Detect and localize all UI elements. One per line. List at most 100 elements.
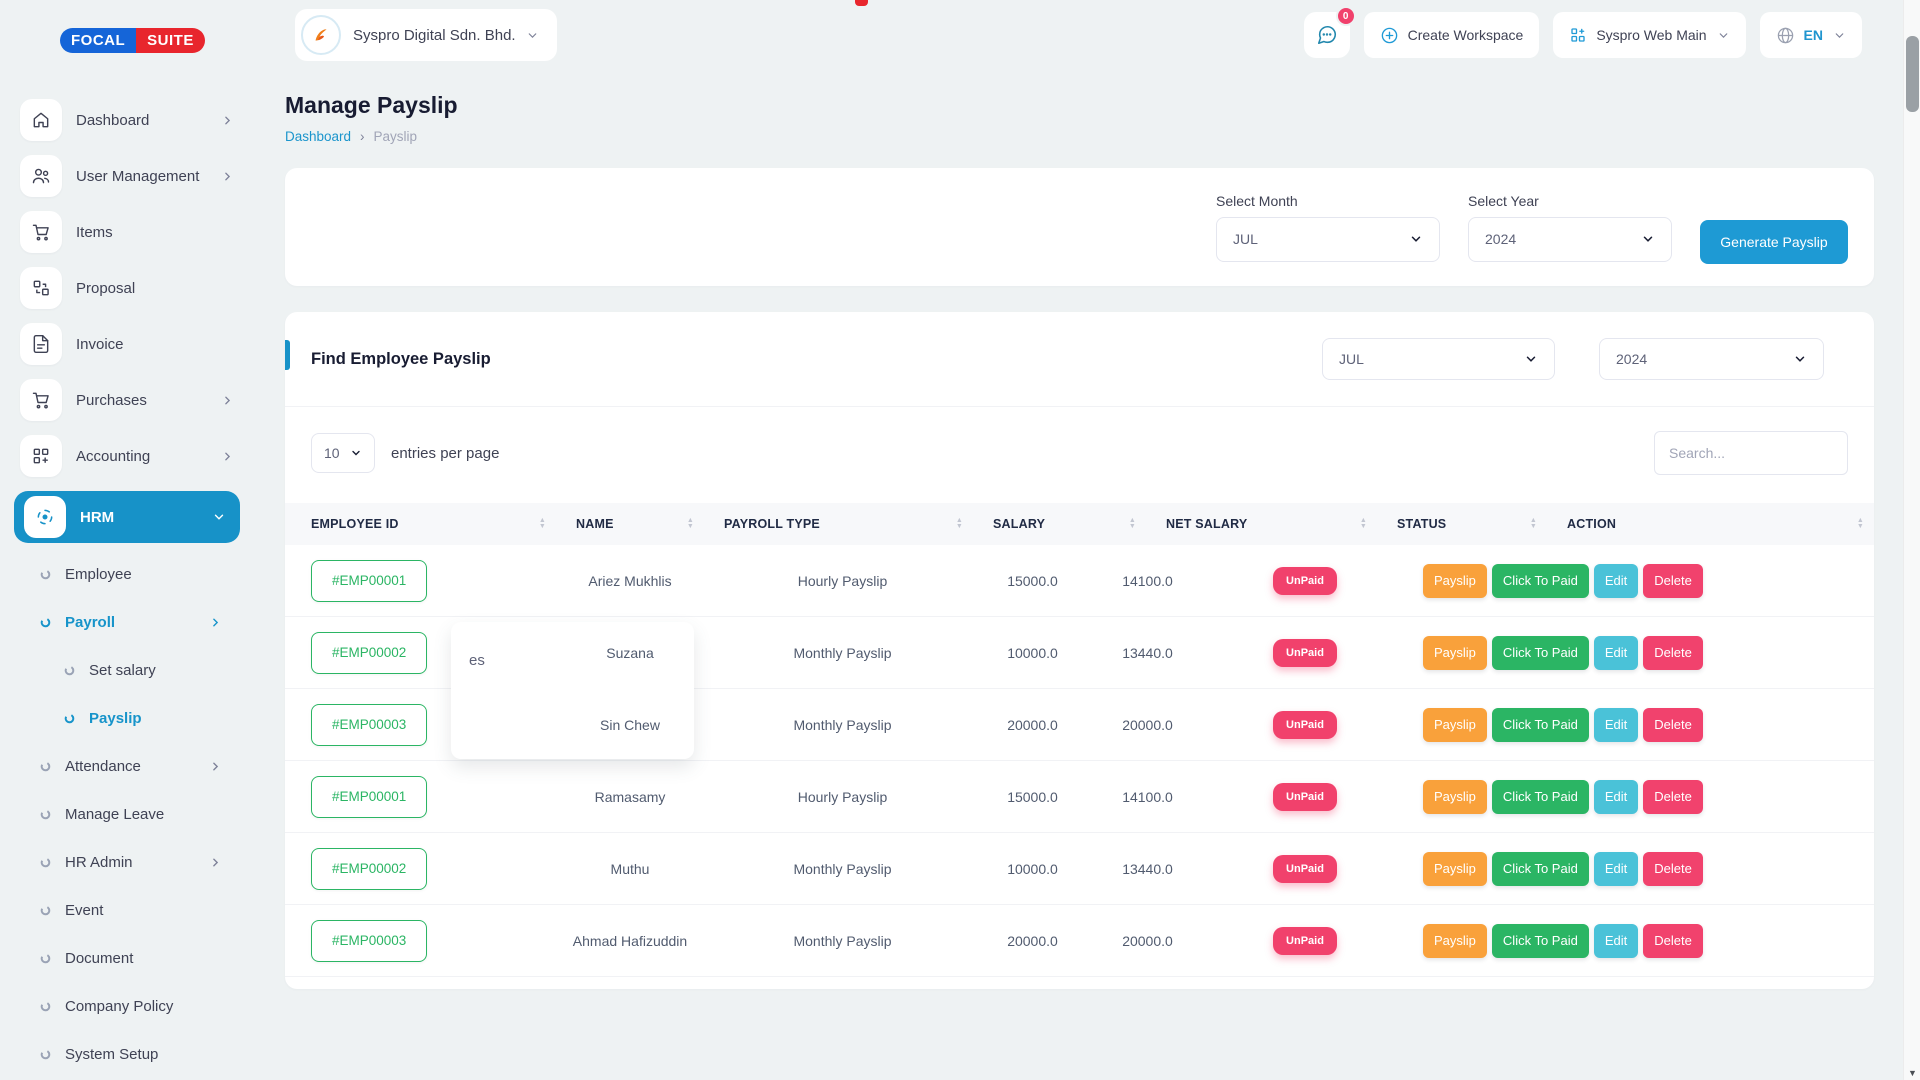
column-header-name[interactable]: NAME▲▼ xyxy=(556,503,704,545)
delete-button[interactable]: Delete xyxy=(1643,708,1703,742)
sidebar-item-invoice[interactable]: Invoice xyxy=(20,323,240,365)
click-to-paid-button[interactable]: Click To Paid xyxy=(1492,852,1589,886)
net-salary-value: 20000.0 xyxy=(1080,717,1215,733)
column-header-net-salary[interactable]: NET SALARY▲▼ xyxy=(1146,503,1377,545)
language-selector[interactable]: EN xyxy=(1760,12,1862,58)
employee-id-button[interactable]: #EMP00002 xyxy=(311,632,427,674)
page-title: Manage Payslip xyxy=(285,92,1874,119)
sidebar-menu: Dashboard User Management Items Proposal… xyxy=(0,99,254,1071)
delete-button[interactable]: Delete xyxy=(1643,636,1703,670)
payslip-button[interactable]: Payslip xyxy=(1423,708,1487,742)
bullet-icon xyxy=(40,809,51,820)
sidebar-subitem-attendance[interactable]: Attendance xyxy=(0,749,254,783)
status-badge: UnPaid xyxy=(1273,639,1337,667)
net-salary-value: 13440.0 xyxy=(1080,861,1215,877)
sidebar-subitem-payslip[interactable]: Payslip xyxy=(0,701,254,735)
sidebar-subitem-label: Employee xyxy=(65,566,132,583)
delete-button[interactable]: Delete xyxy=(1643,924,1703,958)
chevron-right-icon xyxy=(221,114,234,127)
click-to-paid-button[interactable]: Click To Paid xyxy=(1492,780,1589,814)
column-header-label: EMPLOYEE ID xyxy=(311,517,399,531)
sidebar-subitem-label: Set salary xyxy=(89,662,156,679)
payslip-button[interactable]: Payslip xyxy=(1423,564,1487,598)
employee-id-button[interactable]: #EMP00002 xyxy=(311,848,427,890)
sidebar-item-hrm[interactable]: HRM xyxy=(14,491,240,543)
sidebar-subitem-employee[interactable]: Employee xyxy=(0,557,254,591)
delete-button[interactable]: Delete xyxy=(1643,564,1703,598)
create-workspace-button[interactable]: Create Workspace xyxy=(1364,12,1540,58)
sidebar-item-items[interactable]: Items xyxy=(20,211,240,253)
sidebar-item-label: Invoice xyxy=(76,336,124,353)
chevron-right-icon xyxy=(209,760,222,773)
edit-button[interactable]: Edit xyxy=(1594,780,1638,814)
language-label: EN xyxy=(1804,27,1823,43)
year-select[interactable]: 2024 xyxy=(1468,217,1672,262)
sidebar-item-purchases[interactable]: Purchases xyxy=(20,379,240,421)
find-month-select[interactable]: JUL xyxy=(1322,338,1555,380)
sidebar-subitem-manage-leave[interactable]: Manage Leave xyxy=(0,797,254,831)
edit-button[interactable]: Edit xyxy=(1594,852,1638,886)
sidebar-subitem-hr-admin[interactable]: HR Admin xyxy=(0,845,254,879)
page-scrollbar[interactable]: ▼ xyxy=(1903,0,1920,1080)
employee-id-button[interactable]: #EMP00003 xyxy=(311,704,427,746)
generate-payslip-button[interactable]: Generate Payslip xyxy=(1700,220,1848,264)
sidebar-subitem-company-policy[interactable]: Company Policy xyxy=(0,989,254,1023)
find-year-select[interactable]: 2024 xyxy=(1599,338,1824,380)
payslip-button[interactable]: Payslip xyxy=(1423,924,1487,958)
chat-badge: 0 xyxy=(1336,6,1356,26)
sidebar-item-accounting[interactable]: Accounting xyxy=(20,435,240,477)
click-to-paid-button[interactable]: Click To Paid xyxy=(1492,924,1589,958)
sidebar-subitem-payroll[interactable]: Payroll xyxy=(0,605,254,639)
net-salary-value: 14100.0 xyxy=(1080,573,1215,589)
edit-button[interactable]: Edit xyxy=(1594,924,1638,958)
employee-id-button[interactable]: #EMP00001 xyxy=(311,560,427,602)
edit-button[interactable]: Edit xyxy=(1594,636,1638,670)
sidebar-item-dashboard[interactable]: Dashboard xyxy=(20,99,240,141)
scrollbar-down-arrow-icon[interactable]: ▼ xyxy=(1904,1068,1920,1078)
search-input[interactable] xyxy=(1654,431,1848,475)
cart-icon xyxy=(20,379,62,421)
sidebar-subitem-event[interactable]: Event xyxy=(0,893,254,927)
column-header-status[interactable]: STATUS▲▼ xyxy=(1377,503,1547,545)
status-badge: UnPaid xyxy=(1273,855,1337,883)
net-salary-value: 13440.0 xyxy=(1080,645,1215,661)
delete-button[interactable]: Delete xyxy=(1643,780,1703,814)
sidebar-item-proposal[interactable]: Proposal xyxy=(20,267,240,309)
sidebar-subitem-document[interactable]: Document xyxy=(0,941,254,975)
workspace-selector[interactable]: Syspro Digital Sdn. Bhd. xyxy=(295,9,557,61)
page-size-select[interactable]: 10 xyxy=(311,433,375,473)
click-to-paid-button[interactable]: Click To Paid xyxy=(1492,636,1589,670)
sidebar-subitem-label: System Setup xyxy=(65,1046,158,1063)
column-header-salary[interactable]: SALARY▲▼ xyxy=(973,503,1146,545)
sidebar-item-user-management[interactable]: User Management xyxy=(20,155,240,197)
month-select[interactable]: JUL xyxy=(1216,217,1440,262)
main-content: Manage Payslip Dashboard › Payslip Selec… xyxy=(254,70,1903,989)
edit-button[interactable]: Edit xyxy=(1594,708,1638,742)
chevron-down-icon xyxy=(1793,352,1807,366)
sidebar-subitem-set-salary[interactable]: Set salary xyxy=(0,653,254,687)
breadcrumb-dashboard-link[interactable]: Dashboard xyxy=(285,129,351,144)
scrollbar-thumb[interactable] xyxy=(1906,36,1919,112)
app-selector[interactable]: Syspro Web Main xyxy=(1553,12,1745,58)
sort-icon: ▲▼ xyxy=(1360,518,1367,530)
employee-name: Muthu xyxy=(560,861,700,877)
red-dot-artifact xyxy=(855,0,868,6)
year-select-value: 2024 xyxy=(1485,231,1516,247)
brand-logo[interactable]: FOCALSUITE xyxy=(60,28,205,53)
column-header-payroll-type[interactable]: PAYROLL TYPE▲▼ xyxy=(704,503,973,545)
column-header-action[interactable]: ACTION▲▼ xyxy=(1547,503,1874,545)
payslip-button[interactable]: Payslip xyxy=(1423,852,1487,886)
delete-button[interactable]: Delete xyxy=(1643,852,1703,886)
payslip-button[interactable]: Payslip xyxy=(1423,780,1487,814)
chat-button[interactable]: 0 xyxy=(1304,12,1350,58)
employee-id-button[interactable]: #EMP00001 xyxy=(311,776,427,818)
edit-button[interactable]: Edit xyxy=(1594,564,1638,598)
sidebar-subitem-label: Company Policy xyxy=(65,998,173,1015)
payslip-button[interactable]: Payslip xyxy=(1423,636,1487,670)
column-header-employee-id[interactable]: EMPLOYEE ID▲▼ xyxy=(285,503,556,545)
employee-id-button[interactable]: #EMP00003 xyxy=(311,920,427,962)
click-to-paid-button[interactable]: Click To Paid xyxy=(1492,564,1589,598)
click-to-paid-button[interactable]: Click To Paid xyxy=(1492,708,1589,742)
sidebar-subitem-system-setup[interactable]: System Setup xyxy=(0,1037,254,1071)
sidebar-item-label: Proposal xyxy=(76,280,135,297)
